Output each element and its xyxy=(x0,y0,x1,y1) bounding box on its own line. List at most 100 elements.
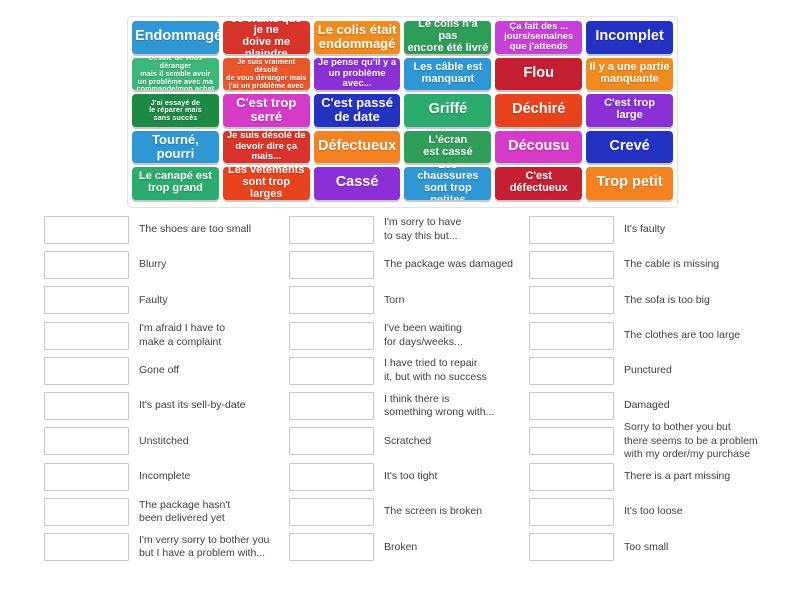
answer-label: I think there is something wrong with... xyxy=(384,392,495,419)
tile-label: C'est trop serré xyxy=(236,95,297,125)
answer-row: The package was damaged xyxy=(289,247,539,282)
answer-drop-box[interactable] xyxy=(44,462,129,491)
tile[interactable]: Ça fait des ... jours/semaines que j'att… xyxy=(495,21,583,54)
answer-drop-box[interactable] xyxy=(529,356,614,385)
answer-label: Incomplete xyxy=(139,470,191,482)
answer-column-2: I'm sorry to have to say this but... The … xyxy=(289,212,539,565)
tile[interactable]: Les chaussures sont trop petites xyxy=(404,167,492,200)
tile[interactable]: C'est trop serré xyxy=(222,94,310,127)
tile[interactable]: C'est défectueux xyxy=(495,167,583,200)
answer-label: Faulty xyxy=(139,293,168,306)
tile[interactable]: Le colis était endommagé xyxy=(313,21,401,54)
tile[interactable]: Griffé xyxy=(404,94,492,127)
answer-drop-box[interactable] xyxy=(529,250,614,279)
answer-drop-box[interactable] xyxy=(44,356,129,385)
answer-label: There is a part missing xyxy=(624,470,731,482)
answer-drop-box[interactable] xyxy=(289,498,374,527)
answer-drop-box[interactable] xyxy=(289,321,374,350)
tile-label: C'est trop large xyxy=(604,97,655,122)
tile[interactable]: Je suis désolé de devoir dire ça mais... xyxy=(222,130,310,163)
answer-drop-box[interactable] xyxy=(44,286,129,315)
answer-drop-box[interactable] xyxy=(289,286,374,315)
answer-drop-box[interactable] xyxy=(44,533,129,562)
answer-drop-box[interactable] xyxy=(529,321,614,350)
tile[interactable]: Incomplet xyxy=(586,21,673,54)
answer-drop-box[interactable] xyxy=(529,533,614,562)
tile[interactable]: Endommagé xyxy=(132,21,219,54)
tile-label: Ça fait des ... jours/semaines que j'att… xyxy=(504,21,574,53)
answer-drop-box[interactable] xyxy=(289,356,374,385)
answer-label: Punctured xyxy=(624,364,672,377)
answer-drop-box[interactable] xyxy=(44,427,129,456)
answer-drop-box[interactable] xyxy=(289,427,374,456)
answer-drop-box[interactable] xyxy=(289,392,374,421)
tile-row: Endommagé Je crains que je ne doive me pl… xyxy=(132,21,673,54)
tile[interactable]: Trop petit xyxy=(586,167,673,200)
answer-label: I'm sorry to have to say this but... xyxy=(384,216,462,242)
tile-label: Griffé xyxy=(428,101,468,118)
tile[interactable]: Je pense qu'il y a un problème avec... xyxy=(313,57,401,90)
answer-drop-box[interactable] xyxy=(289,462,374,491)
answer-drop-box[interactable] xyxy=(44,215,129,244)
answer-drop-box[interactable] xyxy=(44,321,129,350)
tile[interactable]: C'est passé de date xyxy=(313,94,401,127)
answer-row: There is a part missing xyxy=(529,459,779,494)
tile-label: Endommagé xyxy=(135,28,219,45)
answer-drop-box[interactable] xyxy=(529,462,614,491)
answer-row: I'm sorry to have to say this but... xyxy=(289,212,539,247)
tile[interactable]: J'ai essayé de le réparer mais sans succ… xyxy=(132,94,219,127)
answer-drop-box[interactable] xyxy=(529,215,614,244)
tile-label: Incomplet xyxy=(595,28,664,45)
tile[interactable]: Les câble est manquant xyxy=(404,57,492,90)
tile[interactable]: Tourné, pourri xyxy=(132,130,219,163)
tile[interactable]: Déchiré xyxy=(495,94,583,127)
answer-label: Damaged xyxy=(624,399,670,412)
tile[interactable]: Les vêtements sont trop larges xyxy=(222,167,310,200)
answer-drop-box[interactable] xyxy=(289,533,374,562)
tile[interactable]: Flou xyxy=(495,57,583,90)
answer-row: The screen is broken xyxy=(289,494,539,529)
tile[interactable]: C'est trop large xyxy=(586,94,673,127)
answer-drop-box[interactable] xyxy=(44,392,129,421)
tile[interactable]: Désolé de vous déranger mais il semble a… xyxy=(132,57,219,91)
answer-label: Blurry xyxy=(139,258,167,271)
answer-drop-box[interactable] xyxy=(44,250,129,279)
answer-drop-box[interactable] xyxy=(529,286,614,315)
answer-row: The cable is missing xyxy=(529,247,779,282)
answer-row: Broken xyxy=(289,530,539,565)
tile-label: J'ai essayé de le réparer mais sans succ… xyxy=(149,97,202,123)
answer-row: Unstitched xyxy=(44,424,294,459)
answer-drop-box[interactable] xyxy=(44,498,129,527)
answer-label: The package was damaged xyxy=(384,258,513,271)
tile[interactable]: Je suis vraiment désolé de vous déranger… xyxy=(222,57,310,90)
answer-drop-box[interactable] xyxy=(289,250,374,279)
answer-label: The package hasn't been delivered yet xyxy=(139,498,231,525)
tile[interactable]: Crevé xyxy=(586,130,673,163)
tile-label: Je suis désolé de devoir dire ça mais... xyxy=(226,130,306,162)
answer-row: Torn xyxy=(289,283,539,318)
tile-label: Désolé de vous déranger mais il semble a… xyxy=(136,57,215,91)
answer-row: I've been waiting for days/weeks... xyxy=(289,318,539,353)
tile-label: Les câble est manquant xyxy=(413,60,483,85)
tile-label: Trop petit xyxy=(596,174,663,191)
tile[interactable]: Il y a une partie manquante xyxy=(586,57,673,90)
tile[interactable]: Cassé xyxy=(313,167,401,200)
tile[interactable]: Décousu xyxy=(495,130,583,163)
tile[interactable]: Le colis n'a pas encore été livré xyxy=(404,21,492,54)
answer-label: It's too loose xyxy=(624,505,683,518)
answer-drop-box[interactable] xyxy=(529,427,614,456)
answer-drop-box[interactable] xyxy=(529,498,614,527)
tile[interactable]: Je crains que je ne doive me plaindre xyxy=(222,21,310,54)
tile[interactable]: Défectueux xyxy=(313,130,401,163)
answer-column-1: The shoes are too small Blurry Faulty I'm a… xyxy=(44,212,294,565)
tile[interactable]: L'écran est cassé xyxy=(404,130,492,163)
answer-drop-box[interactable] xyxy=(289,215,374,244)
tile[interactable]: Le canapé est trop grand xyxy=(132,167,219,200)
answer-label: Gone off xyxy=(139,364,180,377)
tile-row: Désolé de vous déranger mais il semble a… xyxy=(132,57,673,91)
answer-row: Incomplete xyxy=(44,459,294,494)
answer-label: It's faulty xyxy=(624,222,666,235)
answer-label: It's past its sell-by-date xyxy=(139,399,246,412)
tile-row: J'ai essayé de le réparer mais sans succ… xyxy=(132,94,673,127)
answer-drop-box[interactable] xyxy=(529,392,614,421)
